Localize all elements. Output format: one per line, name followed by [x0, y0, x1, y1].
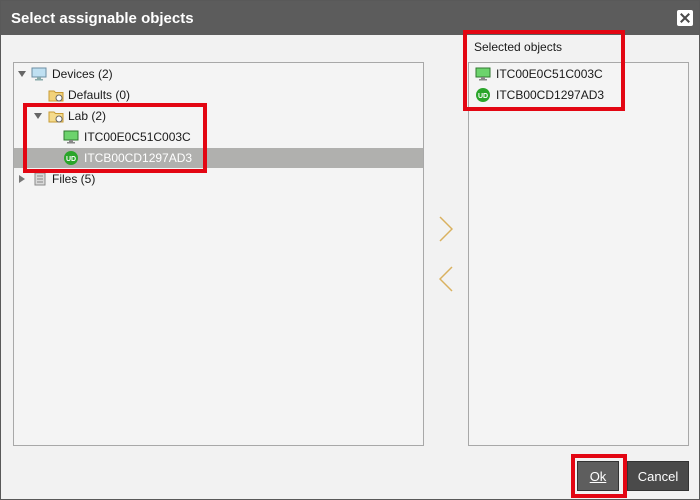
- folder-open-icon: [48, 108, 64, 124]
- tree-item-devices[interactable]: Devices (2): [14, 64, 423, 84]
- tree-item-itcb00cd1297ad3[interactable]: UD ITCB00CD1297AD3: [14, 148, 423, 168]
- title-bar: Select assignable objects: [1, 1, 699, 35]
- selected-objects-panel[interactable]: ITC00E0C51C003C UD ITCB00CD1297AD3: [468, 62, 689, 446]
- tree-item-label: ITCB00CD1297AD3: [84, 151, 193, 165]
- files-icon: [32, 171, 48, 187]
- ok-button[interactable]: Ok: [577, 461, 619, 491]
- remove-from-selection-arrow-icon[interactable]: [439, 266, 453, 292]
- expand-arrow-icon[interactable]: [19, 175, 25, 183]
- monitor-green-icon: [63, 129, 79, 145]
- ok-button-label: Ok: [589, 469, 607, 484]
- monitor-green-icon: [475, 66, 491, 82]
- folder-icon: [48, 87, 64, 103]
- selected-objects-label: Selected objects: [474, 40, 563, 54]
- svg-text:UD: UD: [66, 156, 76, 163]
- dialog-title: Select assignable objects: [11, 10, 194, 27]
- cancel-button[interactable]: Cancel: [627, 461, 689, 491]
- object-tree-panel[interactable]: Devices (2) Defaults (0) Lab (2) ITC00E0…: [13, 62, 424, 446]
- tree-item-label: ITC00E0C51C003C: [84, 130, 191, 144]
- tree-item-defaults[interactable]: Defaults (0): [14, 85, 423, 105]
- tree-item-label: Files (5): [52, 172, 96, 186]
- svg-text:UD: UD: [478, 93, 488, 100]
- select-assignable-objects-dialog: Select assignable objects Devices (2) De…: [0, 0, 700, 500]
- expand-arrow-icon[interactable]: [18, 71, 26, 77]
- selected-item-itc00e0c51c003c[interactable]: ITC00E0C51C003C: [469, 64, 688, 84]
- udc-icon: UD: [475, 87, 491, 103]
- selected-item-itcb00cd1297ad3[interactable]: UD ITCB00CD1297AD3: [469, 85, 688, 105]
- tree-item-lab[interactable]: Lab (2): [14, 106, 423, 126]
- expand-arrow-icon[interactable]: [34, 113, 42, 119]
- tree-item-label: Defaults (0): [68, 88, 131, 102]
- udc-icon: UD: [63, 150, 79, 166]
- tree-item-label: Devices (2): [52, 67, 113, 81]
- monitor-icon: [31, 66, 47, 82]
- tree-item-label: Lab (2): [68, 109, 107, 123]
- selected-item-label: ITCB00CD1297AD3: [496, 88, 605, 102]
- tree-item-itc00e0c51c003c[interactable]: ITC00E0C51C003C: [14, 127, 423, 147]
- add-to-selection-arrow-icon[interactable]: [439, 216, 453, 242]
- tree-item-files[interactable]: Files (5): [14, 169, 423, 189]
- close-icon[interactable]: [677, 10, 693, 26]
- selected-item-label: ITC00E0C51C003C: [496, 67, 603, 81]
